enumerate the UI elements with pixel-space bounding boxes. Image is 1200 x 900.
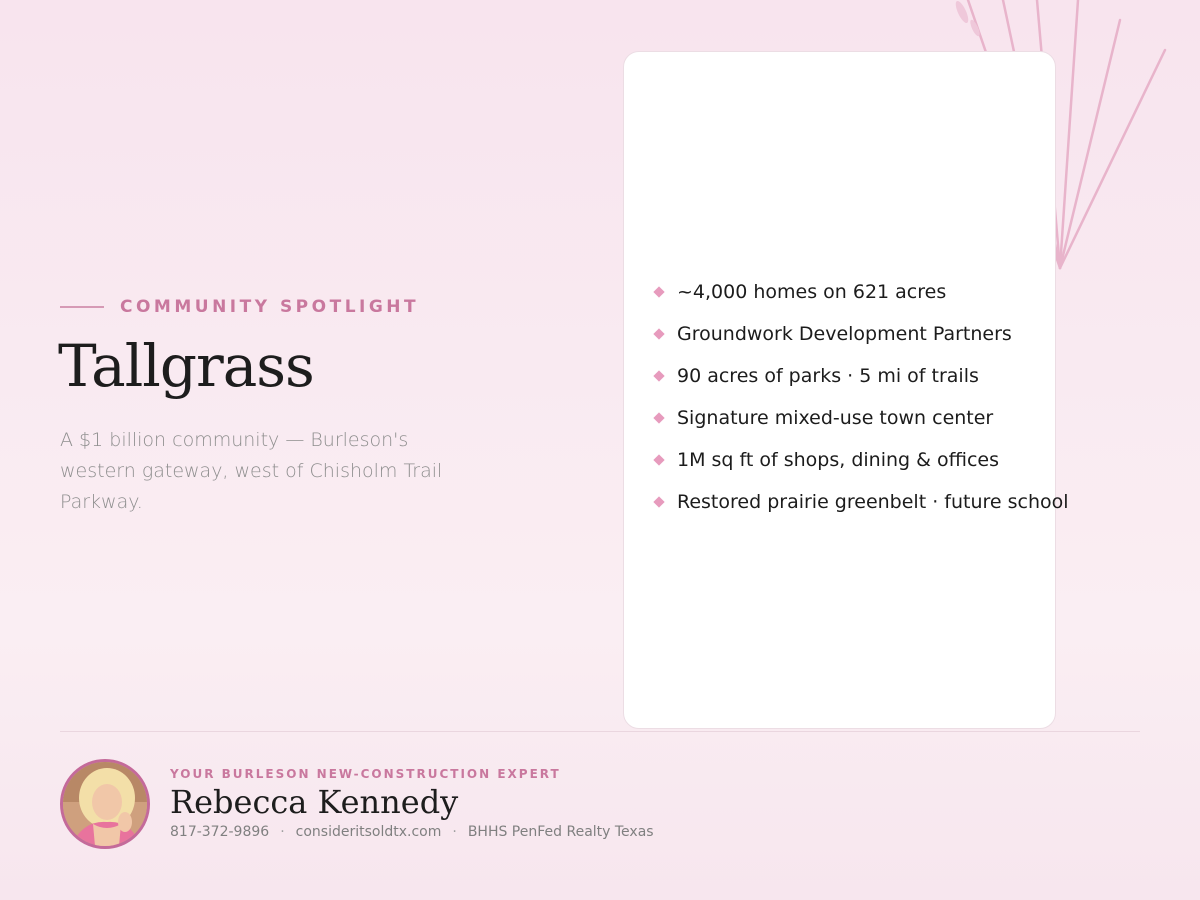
footer-divider: [60, 731, 1140, 732]
highlights-card: ~4,000 homes on 621 acres Groundwork Dev…: [623, 51, 1069, 729]
list-item: Groundwork Development Partners: [652, 313, 1069, 355]
list-item: 1M sq ft of shops, dining & offices: [652, 439, 1069, 481]
diamond-bullet-icon: [653, 370, 665, 382]
highlight-text: ~4,000 homes on 621 acres: [677, 281, 947, 303]
highlight-text: Groundwork Development Partners: [677, 323, 1012, 345]
list-item: Signature mixed-use town center: [652, 397, 1069, 439]
highlights-list: ~4,000 homes on 621 acres Groundwork Dev…: [652, 271, 1069, 523]
agent-tagline: YOUR BURLESON NEW-CONSTRUCTION EXPERT: [170, 767, 561, 781]
agent-contact-line: 817-372-9896 · consideritsoldtx.com · BH…: [170, 824, 654, 840]
hero-subtitle: A $1 billion community — Burleson's west…: [60, 429, 443, 513]
eyebrow-label: COMMUNITY SPOTLIGHT: [120, 297, 420, 317]
list-item: ~4,000 homes on 621 acres: [652, 271, 1069, 313]
highlight-text: Signature mixed-use town center: [677, 407, 994, 429]
diamond-bullet-icon: [653, 496, 665, 508]
agent-brokerage: BHHS PenFed Realty Texas: [467, 824, 654, 840]
agent-phone[interactable]: 817-372-9896: [170, 824, 269, 840]
page-title: Tallgrass: [58, 332, 315, 400]
separator-dot: ·: [452, 824, 457, 840]
highlight-text: Restored prairie greenbelt · future scho…: [677, 491, 1069, 513]
avatar: [60, 759, 150, 849]
agent-portrait-icon: [63, 762, 147, 846]
highlight-text: 1M sq ft of shops, dining & offices: [677, 449, 1000, 471]
list-item: 90 acres of parks · 5 mi of trails: [652, 355, 1069, 397]
eyebrow-row: COMMUNITY SPOTLIGHT: [60, 297, 419, 317]
eyebrow-rule: [60, 306, 104, 308]
separator-dot: ·: [280, 824, 285, 840]
agent-website[interactable]: consideritsoldtx.com: [296, 824, 442, 840]
diamond-bullet-icon: [653, 454, 665, 466]
agent-name: Rebecca Kennedy: [170, 783, 459, 821]
list-item: Restored prairie greenbelt · future scho…: [652, 481, 1069, 523]
diamond-bullet-icon: [653, 286, 665, 298]
diamond-bullet-icon: [653, 412, 665, 424]
diamond-bullet-icon: [653, 328, 665, 340]
highlight-text: 90 acres of parks · 5 mi of trails: [677, 365, 979, 387]
